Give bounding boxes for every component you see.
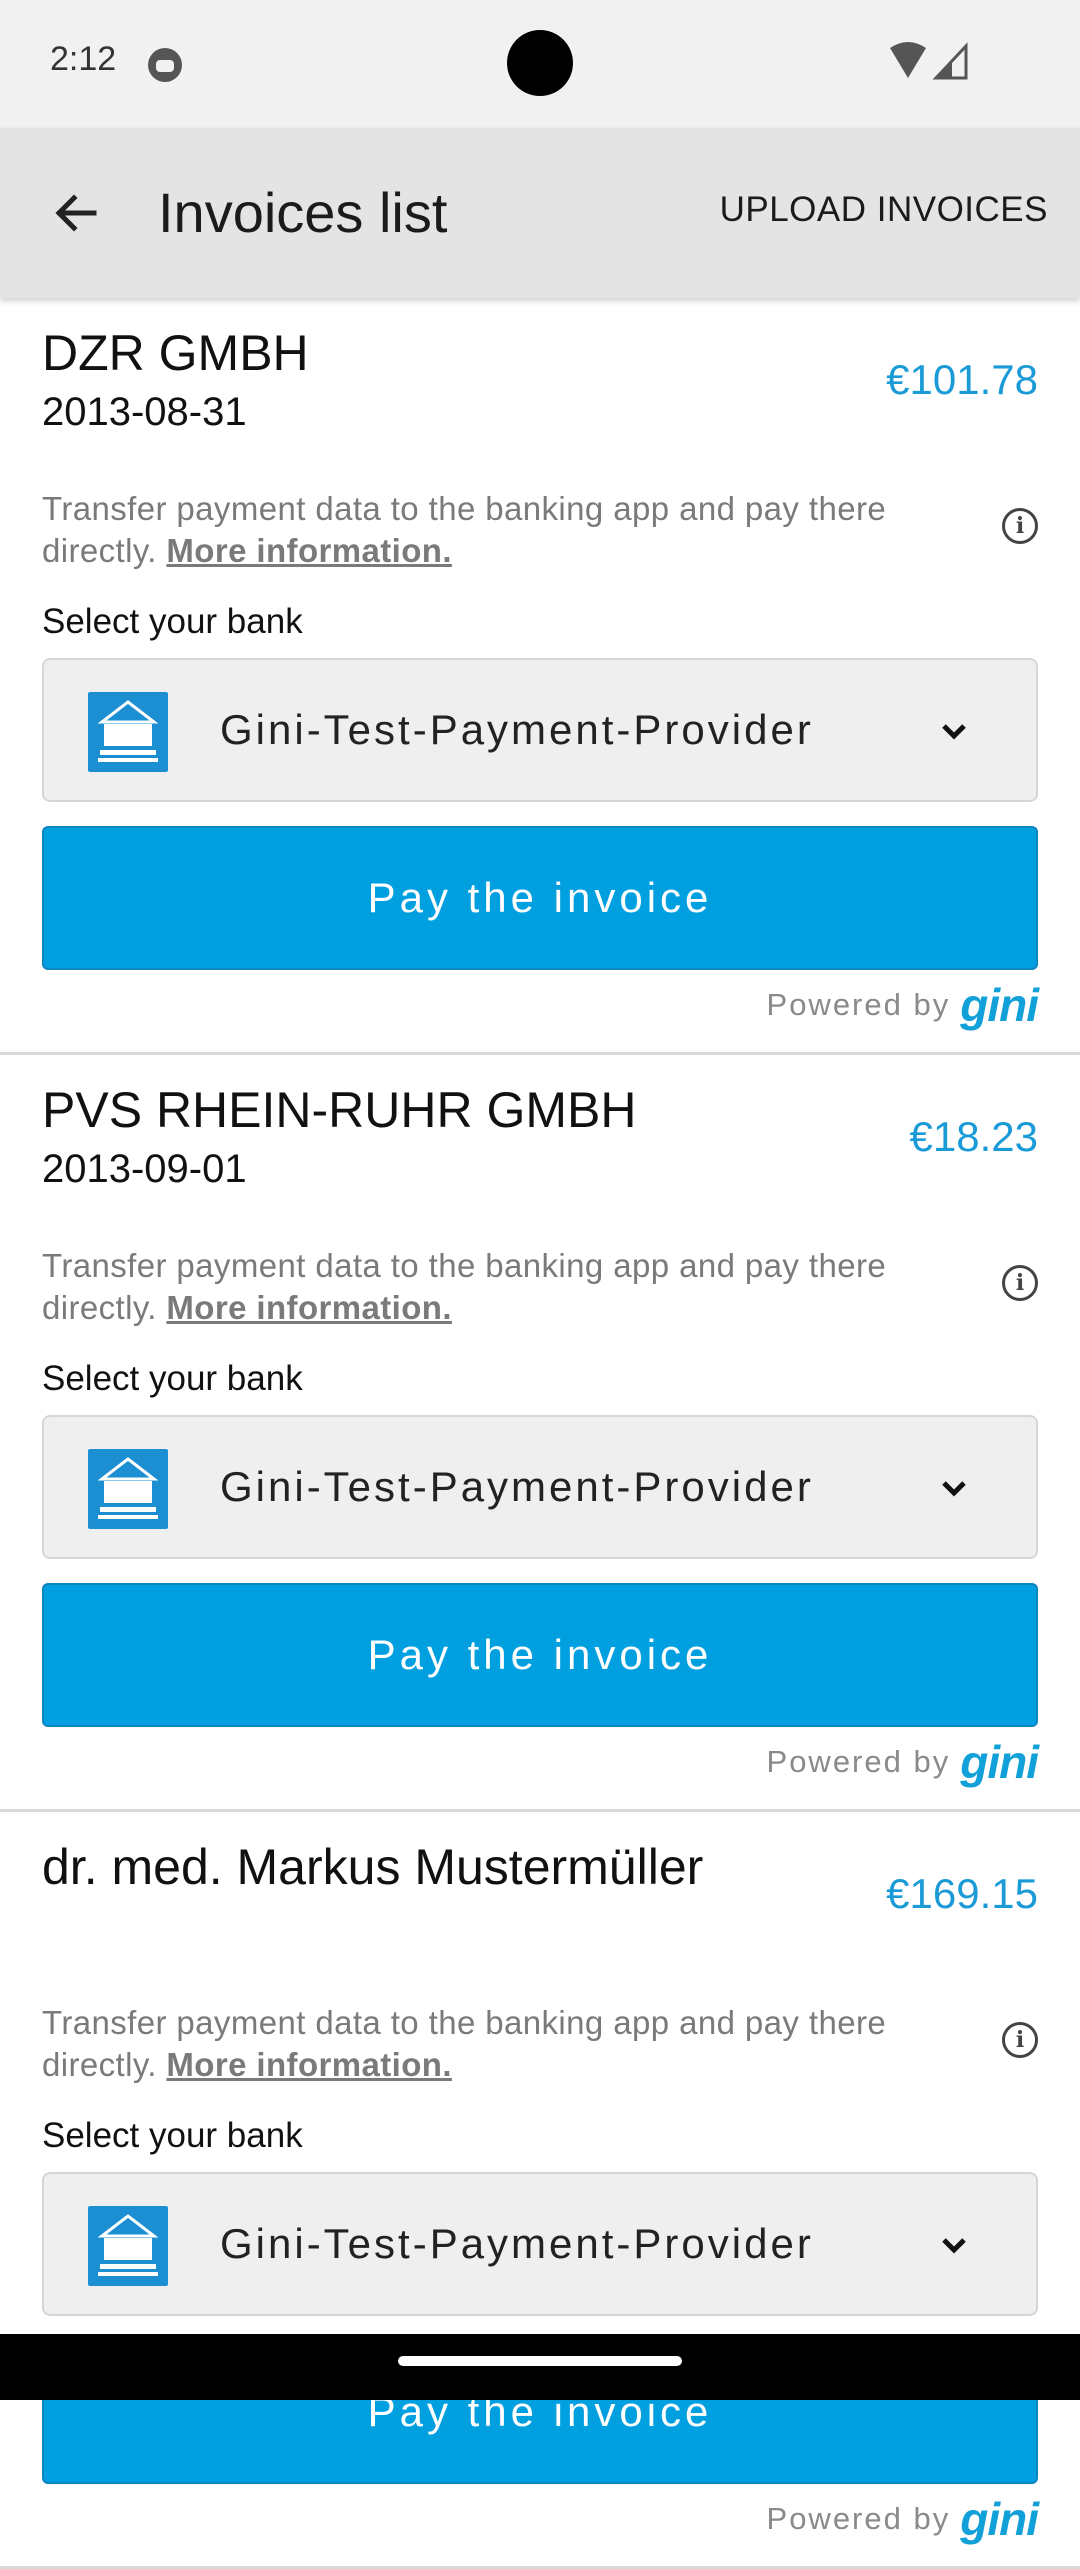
payment-info-text: Transfer payment data to the banking app… <box>42 1245 892 1329</box>
page-title: Invoices list <box>158 181 448 244</box>
status-time: 2:12 <box>50 40 117 78</box>
bank-name: Gini-Test-Payment-Provider <box>220 2220 814 2267</box>
invoice-date: 2013-08-31 <box>42 390 247 434</box>
powered-by: Powered by gini <box>766 2493 1039 2545</box>
invoice-list: DZR GMBH 2013-08-31 €101.78 Transfer pay… <box>0 298 1080 2569</box>
info-icon[interactable]: i <box>1002 1265 1038 1301</box>
select-bank-label: Select your bank <box>42 1359 303 1398</box>
invoice-amount: €101.78 <box>886 356 1038 403</box>
chevron-down-icon <box>942 2238 966 2254</box>
select-bank-label: Select your bank <box>42 602 303 641</box>
arrow-back-icon <box>55 194 97 232</box>
gini-logo: gini <box>960 2493 1039 2545</box>
select-bank-label: Select your bank <box>42 2116 303 2155</box>
payment-info-text: Transfer payment data to the banking app… <box>42 2002 892 2086</box>
invoice-issuer: PVS RHEIN-RUHR GMBH <box>42 1082 637 1138</box>
more-information-link[interactable]: More information. <box>166 2046 451 2083</box>
app-bar: Invoices list UPLOAD INVOICES <box>0 128 1080 298</box>
gini-logo: gini <box>960 979 1039 1031</box>
chevron-down-icon <box>942 1481 966 1497</box>
invoice-issuer: dr. med. Markus Mustermüller <box>42 1839 704 1895</box>
invoice-issuer: DZR GMBH <box>42 325 309 381</box>
bank-name: Gini-Test-Payment-Provider <box>220 1463 814 1510</box>
more-information-link[interactable]: More information. <box>166 1289 451 1326</box>
invoice-card: PVS RHEIN-RUHR GMBH 2013-09-01 €18.23 Tr… <box>0 1055 1080 1812</box>
invoice-card: DZR GMBH 2013-08-31 €101.78 Transfer pay… <box>0 298 1080 1055</box>
bank-logo-icon <box>88 1449 168 1529</box>
back-button[interactable] <box>40 178 110 248</box>
system-navigation-bar <box>0 2334 1080 2400</box>
bank-name: Gini-Test-Payment-Provider <box>220 706 814 753</box>
android-notification-icon <box>148 48 182 82</box>
pay-invoice-button[interactable]: Pay the invoice <box>42 1583 1038 1727</box>
more-information-link[interactable]: More information. <box>166 532 451 569</box>
invoice-amount: €169.15 <box>886 1870 1038 1917</box>
powered-by: Powered by gini <box>766 1736 1039 1788</box>
info-icon[interactable]: i <box>1002 2022 1038 2058</box>
status-bar: 2:12 <box>0 0 1080 128</box>
bank-selector[interactable]: Gini-Test-Payment-Provider <box>42 2172 1038 2316</box>
wifi-signal-icon <box>890 42 968 80</box>
home-gesture-handle[interactable] <box>398 2356 682 2366</box>
powered-by: Powered by gini <box>766 979 1039 1031</box>
camera-cutout <box>507 30 573 96</box>
invoice-amount: €18.23 <box>909 1113 1038 1160</box>
invoice-date: 2013-09-01 <box>42 1147 247 1191</box>
bank-selector[interactable]: Gini-Test-Payment-Provider <box>42 658 1038 802</box>
payment-info-text: Transfer payment data to the banking app… <box>42 488 892 572</box>
powered-by-label: Powered by <box>766 2501 951 2536</box>
pay-invoice-button[interactable]: Pay the invoice <box>42 826 1038 970</box>
powered-by-label: Powered by <box>766 1744 951 1779</box>
bank-selector[interactable]: Gini-Test-Payment-Provider <box>42 1415 1038 1559</box>
gini-logo: gini <box>960 1736 1039 1788</box>
invoice-card: dr. med. Markus Mustermüller €169.15 Tra… <box>0 1812 1080 2569</box>
chevron-down-icon <box>942 724 966 740</box>
powered-by-label: Powered by <box>766 987 951 1022</box>
upload-invoices-button[interactable]: UPLOAD INVOICES <box>720 190 1048 230</box>
bank-logo-icon <box>88 692 168 772</box>
info-icon[interactable]: i <box>1002 508 1038 544</box>
bank-logo-icon <box>88 2206 168 2286</box>
